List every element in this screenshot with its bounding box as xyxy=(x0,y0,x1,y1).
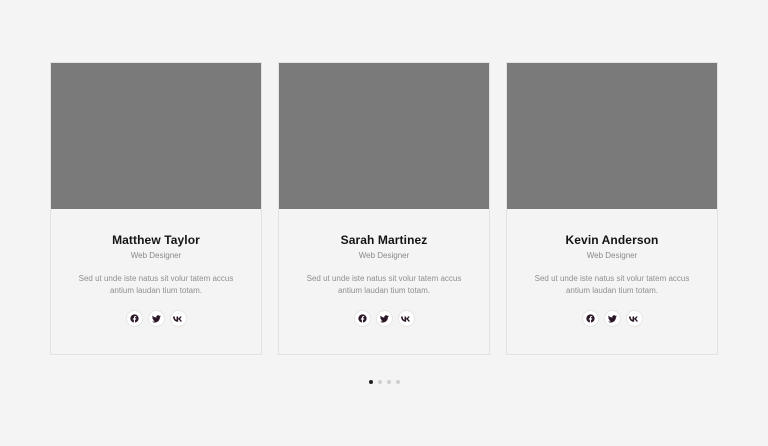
member-role: Web Designer xyxy=(130,251,182,260)
member-role: Web Designer xyxy=(586,251,638,260)
team-card: Kevin Anderson Web Designer Sed ut unde … xyxy=(506,62,718,355)
member-description: Sed ut unde iste natus sit volur tatem a… xyxy=(306,274,462,295)
twitter-icon xyxy=(379,314,389,323)
pagination-dot[interactable] xyxy=(396,380,400,384)
social-links xyxy=(279,310,489,327)
member-name: Sarah Martinez xyxy=(340,233,428,247)
member-description: Sed ut unde iste natus sit volur tatem a… xyxy=(534,274,690,295)
member-photo xyxy=(279,63,489,209)
social-links xyxy=(51,310,261,327)
facebook-link[interactable] xyxy=(125,310,143,327)
member-name: Matthew Taylor xyxy=(112,233,200,247)
member-photo xyxy=(51,63,261,209)
twitter-icon xyxy=(607,314,617,323)
facebook-link[interactable] xyxy=(581,310,599,327)
team-card: Matthew Taylor Web Designer Sed ut unde … xyxy=(50,62,262,355)
card-body: Kevin Anderson Web Designer Sed ut unde … xyxy=(507,209,717,327)
team-carousel: Matthew Taylor Web Designer Sed ut unde … xyxy=(50,62,718,355)
facebook-link[interactable] xyxy=(353,310,371,327)
member-name: Kevin Anderson xyxy=(565,233,659,247)
pagination-dot[interactable] xyxy=(378,380,382,384)
vk-link[interactable] xyxy=(397,310,415,327)
pagination-dot[interactable] xyxy=(369,380,373,384)
team-card: Sarah Martinez Web Designer Sed ut unde … xyxy=(278,62,490,355)
vk-link[interactable] xyxy=(169,310,187,327)
vk-icon xyxy=(629,315,639,322)
twitter-link[interactable] xyxy=(147,310,165,327)
twitter-link[interactable] xyxy=(603,310,621,327)
social-links xyxy=(507,310,717,327)
pagination-dot[interactable] xyxy=(387,380,391,384)
carousel-pagination xyxy=(369,380,400,384)
card-body: Matthew Taylor Web Designer Sed ut unde … xyxy=(51,209,261,327)
facebook-icon xyxy=(129,314,139,323)
vk-link[interactable] xyxy=(625,310,643,327)
member-photo xyxy=(507,63,717,209)
twitter-icon xyxy=(151,314,161,323)
twitter-link[interactable] xyxy=(375,310,393,327)
card-body: Sarah Martinez Web Designer Sed ut unde … xyxy=(279,209,489,327)
vk-icon xyxy=(173,315,183,322)
member-description: Sed ut unde iste natus sit volur tatem a… xyxy=(78,274,234,295)
member-role: Web Designer xyxy=(358,251,410,260)
vk-icon xyxy=(401,315,411,322)
facebook-icon xyxy=(585,314,595,323)
facebook-icon xyxy=(357,314,367,323)
